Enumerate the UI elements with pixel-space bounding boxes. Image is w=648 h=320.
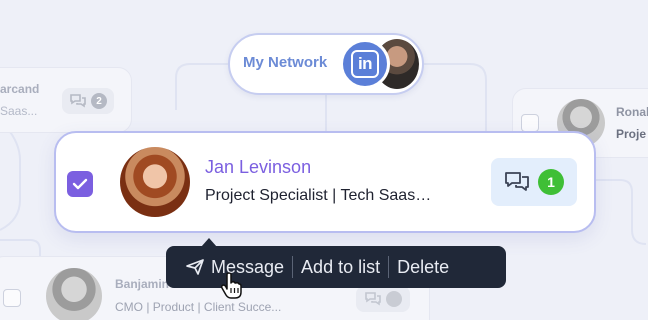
action-divider: [292, 256, 294, 278]
background-contact-subtitle: CMO | Product | Client Succe...: [115, 300, 282, 314]
background-contact-name: arcand: [0, 82, 40, 96]
contact-action-bar: Message Add to list Delete: [166, 246, 506, 288]
background-message-count: 2: [91, 93, 107, 109]
add-to-list-action-label: Add to list: [301, 256, 381, 277]
contact-avatar: [120, 147, 190, 217]
hand-pointer-cursor-icon: [221, 272, 242, 299]
send-icon: [186, 259, 204, 275]
linkedin-badge: in: [340, 39, 390, 89]
unread-message-count: 1: [538, 169, 564, 195]
chat-bubbles-icon: [505, 172, 529, 191]
background-message-button: 2: [62, 88, 114, 114]
background-contact-subtitle: Proje: [616, 127, 647, 141]
delete-action[interactable]: Delete: [397, 257, 449, 278]
background-message-button: [356, 286, 410, 312]
contact-name[interactable]: Jan Levinson: [205, 157, 311, 178]
background-checkbox: [3, 289, 21, 307]
contact-title: Project Specialist | Tech Saas…: [205, 187, 432, 204]
background-contact-name: Ronal: [616, 105, 648, 119]
chat-bubbles-icon: [365, 292, 381, 306]
background-contact-subtitle: Saas...: [0, 104, 38, 118]
contact-select-checkbox[interactable]: [67, 171, 93, 197]
background-avatar: [46, 268, 102, 320]
delete-action-label: Delete: [397, 256, 450, 277]
add-to-list-action[interactable]: Add to list: [301, 257, 380, 278]
action-divider: [388, 256, 390, 278]
messages-button[interactable]: 1: [491, 158, 577, 206]
background-message-count: [386, 291, 402, 307]
chat-bubbles-icon: [70, 94, 86, 108]
background-contact-name: Banjamin: [115, 277, 170, 291]
linkedin-icon: in: [351, 50, 379, 78]
checkmark-icon: [72, 178, 88, 190]
background-checkbox: [521, 114, 539, 132]
hub-label: My Network: [243, 54, 328, 71]
